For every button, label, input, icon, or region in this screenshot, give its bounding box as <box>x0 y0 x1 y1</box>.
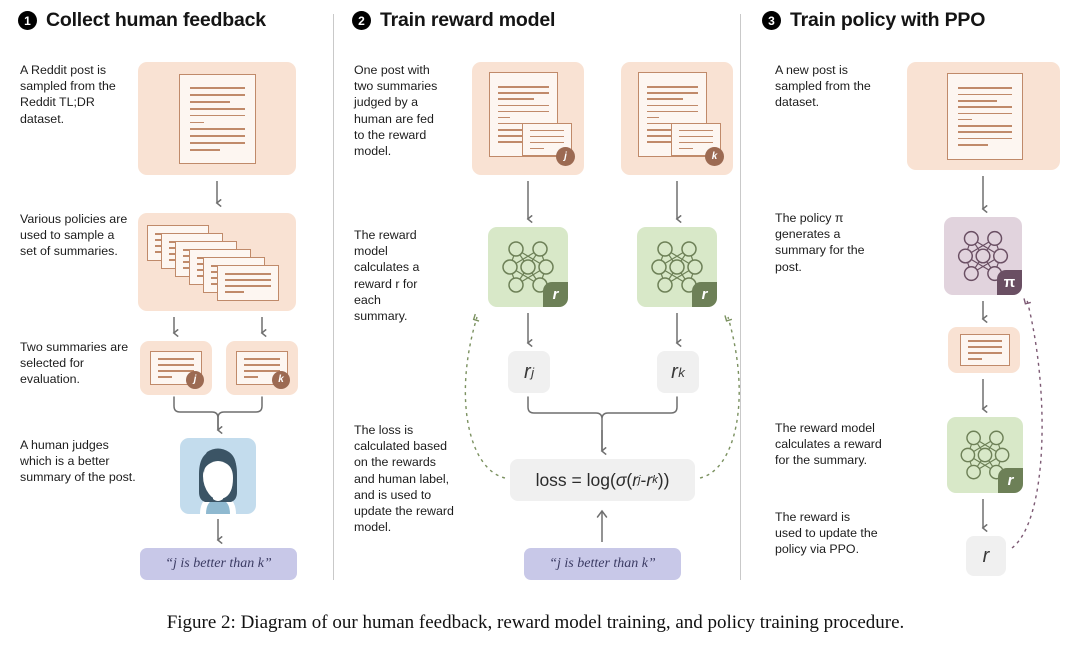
caption-3-1: A new post is sampled from the dataset. <box>775 63 871 110</box>
figure-canvas: 1 Collect human feedback A Reddit post i… <box>0 0 1069 651</box>
policy-model-tile: π <box>944 217 1022 295</box>
generated-summary-tile <box>948 327 1020 373</box>
policy-badge: π <box>997 270 1022 295</box>
post-summary-tile-j: j <box>472 62 584 175</box>
column-1-header: 1 Collect human feedback <box>18 9 266 32</box>
reward-model-tile-3: r <box>947 417 1023 493</box>
post-tile-3 <box>907 62 1060 170</box>
caption-1-1: A Reddit post is sampled from the Reddit… <box>20 63 116 126</box>
brace-connector-icon <box>173 396 678 420</box>
document-icon <box>947 73 1023 160</box>
column-2-title: Train reward model <box>380 9 556 31</box>
caption-3-4: The reward is used to update the policy … <box>775 510 878 557</box>
post-summary-tile-k: k <box>621 62 733 175</box>
caption-2-3: The loss is calculated based on the rewa… <box>354 423 454 535</box>
summary-tile-j: j <box>140 341 212 395</box>
summary-card-icon <box>960 334 1010 366</box>
reward-pill-rk-sub: k <box>678 364 685 380</box>
label-pill-1: “j is better than k” <box>140 548 297 580</box>
step-number-3: 3 <box>762 11 781 30</box>
eq-close-paren: )) <box>657 469 670 490</box>
stacked-summaries-icon <box>138 213 296 311</box>
caption-2-2: The reward model calculates a reward r f… <box>354 228 420 324</box>
caption-1-2: Various policies are used to sample a se… <box>20 212 128 259</box>
reward-badge-3: r <box>998 468 1023 493</box>
summary-tile-k: k <box>226 341 298 395</box>
reward-pill-rj-base: r <box>523 360 531 383</box>
caption-1-4: A human judges which is a better summary… <box>20 438 136 485</box>
caption-3-2: The policy π generates a summary for the… <box>775 211 865 274</box>
reward-model-tile-k: r <box>637 227 717 307</box>
caption-3-3: The reward model calculates a reward for… <box>775 421 882 468</box>
caption-1-3: Two summaries are selected for evaluatio… <box>20 340 129 387</box>
step-number-1: 1 <box>18 11 37 30</box>
step-number-2: 2 <box>352 11 371 30</box>
column-3-header: 3 Train policy with PPO <box>762 9 985 32</box>
document-icon <box>179 74 256 164</box>
post-tile-1 <box>138 62 296 175</box>
badge-j: j <box>556 147 575 166</box>
column-1-title: Collect human feedback <box>46 9 266 31</box>
human-avatar-icon <box>180 438 256 514</box>
badge-k: k <box>705 147 724 166</box>
badge-k: k <box>272 371 290 389</box>
reward-pill-rk: rk <box>657 351 699 393</box>
dotted-feedback-arrow-icon <box>464 313 740 479</box>
column-divider-1 <box>333 14 334 580</box>
figure-caption: Figure 2: Diagram of our human feedback,… <box>166 612 905 633</box>
column-3-title: Train policy with PPO <box>790 9 986 31</box>
reward-badge-j: r <box>543 282 568 307</box>
sigma-symbol: σ <box>615 469 627 490</box>
loss-lhs: loss = log( <box>535 469 616 490</box>
reward-badge-k: r <box>692 282 717 307</box>
reward-pill-rk-base: r <box>671 360 678 383</box>
reward-pill-rj: rj <box>508 351 550 393</box>
reward-pill-rj-sub: j <box>531 364 535 380</box>
arrow-up-icon <box>596 509 608 542</box>
reward-pill-r: r <box>966 536 1006 576</box>
column-2-header: 2 Train reward model <box>352 9 555 32</box>
column-divider-2 <box>740 14 741 580</box>
caption-2-1: One post with two summaries judged by a … <box>354 63 438 159</box>
loss-equation: loss = log(σ(r j - r k)) <box>510 459 695 501</box>
stacked-summaries-tile <box>138 213 296 311</box>
label-pill-2: “j is better than k” <box>524 548 681 580</box>
reward-model-tile-j: r <box>488 227 568 307</box>
badge-j: j <box>186 371 204 389</box>
